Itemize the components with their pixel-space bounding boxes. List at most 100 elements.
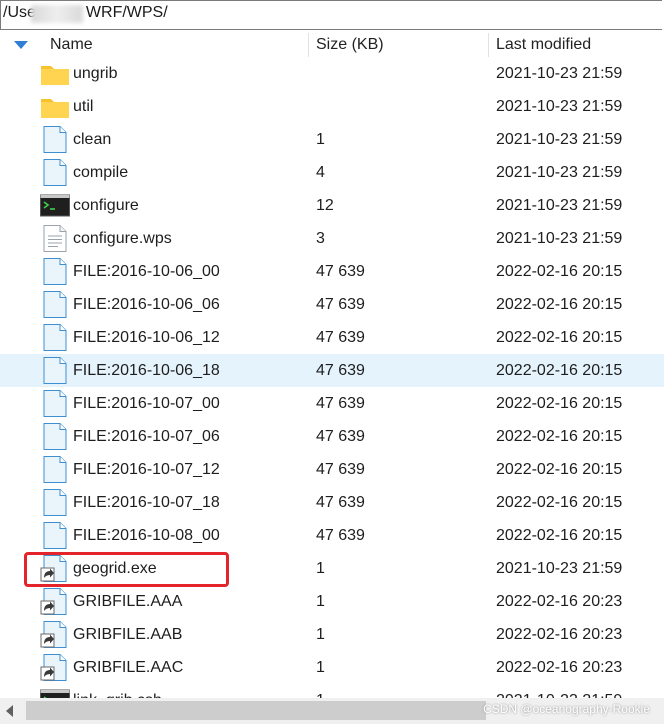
terminal-icon — [40, 192, 70, 219]
file-name: FILE:2016-10-07_06 — [73, 428, 220, 445]
file-modified: 2022-02-16 20:15 — [496, 395, 623, 412]
path-text: /Use WRF/WPS/ — [3, 4, 168, 21]
file-size: 3 — [316, 230, 325, 247]
file-row[interactable]: FILE:2016-10-06_12 47 639 2022-02-16 20:15 — [0, 321, 664, 354]
file-name: configure — [73, 197, 139, 214]
file-modified: 2022-02-16 20:15 — [496, 494, 623, 511]
file-modified: 2021-10-23 21:59 — [496, 131, 623, 148]
file-row[interactable]: FILE:2016-10-07_06 47 639 2022-02-16 20:15 — [0, 420, 664, 453]
file-row[interactable]: compile 4 2021-10-23 21:59 — [0, 156, 664, 189]
file-name: FILE:2016-10-06_18 — [73, 362, 220, 379]
file-modified: 2022-02-16 20:15 — [496, 461, 623, 478]
column-name-header[interactable]: Name — [50, 36, 93, 54]
file-name: FILE:2016-10-07_18 — [73, 494, 220, 511]
file-modified: 2022-02-16 20:15 — [496, 527, 623, 544]
file-modified: 2022-02-16 20:15 — [496, 263, 623, 280]
file-modified: 2021-10-23 21:59 — [496, 560, 623, 577]
file-size: 1 — [316, 560, 325, 577]
file-modified: 2022-02-16 20:23 — [496, 626, 623, 643]
file-row[interactable]: ungrib 2021-10-23 21:59 — [0, 57, 664, 90]
file-modified: 2022-02-16 20:15 — [496, 296, 623, 313]
file-size: 1 — [316, 593, 325, 610]
file-size: 1 — [316, 626, 325, 643]
file-row[interactable]: clean 1 2021-10-23 21:59 — [0, 123, 664, 156]
file-size: 47 639 — [316, 494, 365, 511]
file-icon — [40, 390, 70, 417]
file-modified: 2022-02-16 20:23 — [496, 593, 623, 610]
file-modified: 2021-10-23 21:59 — [496, 65, 623, 82]
column-size-header[interactable]: Size (KB) — [316, 36, 384, 54]
file-row[interactable]: configure 12 2021-10-23 21:59 — [0, 189, 664, 222]
file-size: 47 639 — [316, 296, 365, 313]
file-modified: 2021-10-23 21:59 — [496, 98, 623, 115]
path-bar[interactable]: /Use WRF/WPS/ — [0, 0, 662, 30]
folder-icon — [40, 93, 70, 120]
file-name: ungrib — [73, 65, 118, 82]
file-row[interactable]: FILE:2016-10-07_12 47 639 2022-02-16 20:15 — [0, 453, 664, 486]
file-row[interactable]: util 2021-10-23 21:59 — [0, 90, 664, 123]
file-icon — [40, 522, 70, 549]
path-redaction — [31, 5, 83, 23]
file-size: 4 — [316, 164, 325, 181]
file-row[interactable]: GRIBFILE.AAA 1 2022-02-16 20:23 — [0, 585, 664, 618]
file-size: 47 639 — [316, 428, 365, 445]
file-name: FILE:2016-10-06_00 — [73, 263, 220, 280]
file-name: GRIBFILE.AAA — [73, 593, 183, 610]
text-icon — [40, 225, 70, 252]
file-name: compile — [73, 164, 129, 181]
shortcut-icon — [40, 588, 70, 615]
file-name: util — [73, 98, 94, 115]
file-icon — [40, 126, 70, 153]
file-name: FILE:2016-10-06_12 — [73, 329, 220, 346]
file-row[interactable]: FILE:2016-10-06_18 47 639 2022-02-16 20:15 — [0, 354, 664, 387]
scroll-left-icon[interactable] — [6, 705, 13, 717]
column-header: Name Size (KB) Last modified — [0, 31, 664, 59]
shortcut-icon — [40, 621, 70, 648]
file-row[interactable]: FILE:2016-10-06_00 47 639 2022-02-16 20:15 — [0, 255, 664, 288]
column-separator[interactable] — [488, 33, 489, 57]
scrollbar-thumb[interactable] — [26, 701, 486, 720]
file-row[interactable]: FILE:2016-10-07_18 47 639 2022-02-16 20:15 — [0, 486, 664, 519]
file-size: 47 639 — [316, 263, 365, 280]
file-icon — [40, 456, 70, 483]
file-modified: 2022-02-16 20:15 — [496, 362, 623, 379]
file-modified: 2022-02-16 20:23 — [496, 659, 623, 676]
file-size: 47 639 — [316, 461, 365, 478]
file-row[interactable]: GRIBFILE.AAB 1 2022-02-16 20:23 — [0, 618, 664, 651]
file-icon — [40, 324, 70, 351]
file-icon — [40, 258, 70, 285]
file-row[interactable]: configure.wps 3 2021-10-23 21:59 — [0, 222, 664, 255]
file-name: FILE:2016-10-08_00 — [73, 527, 220, 544]
file-name: FILE:2016-10-07_00 — [73, 395, 220, 412]
annotation-highlight-box — [24, 552, 229, 587]
file-size: 1 — [316, 131, 325, 148]
file-size: 47 639 — [316, 527, 365, 544]
file-row[interactable]: FILE:2016-10-06_06 47 639 2022-02-16 20:15 — [0, 288, 664, 321]
column-separator[interactable] — [308, 33, 309, 57]
file-name: GRIBFILE.AAC — [73, 659, 184, 676]
file-row[interactable]: FILE:2016-10-08_00 47 639 2022-02-16 20:15 — [0, 519, 664, 552]
file-size: 12 — [316, 197, 334, 214]
sort-descending-icon[interactable] — [14, 41, 28, 49]
file-row[interactable]: GRIBFILE.AAC 1 2022-02-16 20:23 — [0, 651, 664, 684]
file-modified: 2022-02-16 20:15 — [496, 329, 623, 346]
file-icon — [40, 291, 70, 318]
file-size: 47 639 — [316, 329, 365, 346]
file-name: FILE:2016-10-06_06 — [73, 296, 220, 313]
column-modified-header[interactable]: Last modified — [496, 36, 591, 54]
file-name: clean — [73, 131, 112, 148]
file-size: 47 639 — [316, 395, 365, 412]
file-row[interactable]: FILE:2016-10-07_00 47 639 2022-02-16 20:15 — [0, 387, 664, 420]
file-icon — [40, 159, 70, 186]
file-name: configure.wps — [73, 230, 172, 247]
file-modified: 2021-10-23 21:59 — [496, 164, 623, 181]
file-modified: 2022-02-16 20:15 — [496, 428, 623, 445]
file-name: GRIBFILE.AAB — [73, 626, 183, 643]
file-icon — [40, 489, 70, 516]
shortcut-icon — [40, 654, 70, 681]
watermark: CSDN @oceanography-Rookie — [483, 702, 650, 716]
folder-icon — [40, 60, 70, 87]
file-size: 47 639 — [316, 362, 365, 379]
file-name: FILE:2016-10-07_12 — [73, 461, 220, 478]
file-modified: 2021-10-23 21:59 — [496, 197, 623, 214]
